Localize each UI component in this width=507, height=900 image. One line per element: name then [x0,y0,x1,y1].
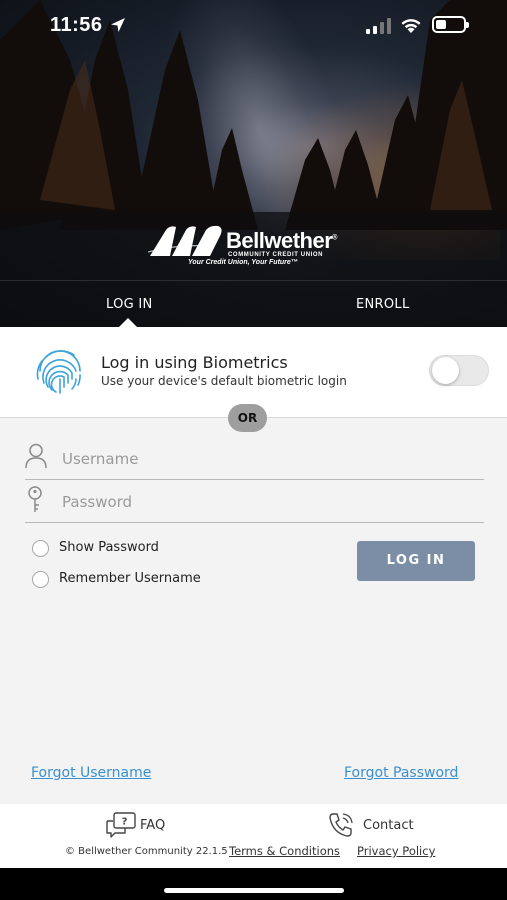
biometrics-title: Log in using Biometrics [101,353,288,372]
copyright-text: © Bellwether Community 22.1.5 [65,846,228,857]
toggle-knob [432,357,459,384]
terms-link[interactable]: Terms & Conditions [229,844,340,858]
wifi-icon [401,19,421,33]
brand-subtitle: COMMUNITY CREDIT UNION [228,252,324,258]
or-divider-badge: OR [228,404,267,432]
faq-chat-icon: ? [106,812,136,838]
forgot-username-link[interactable]: Forgot Username [31,765,151,781]
login-button[interactable]: LOG IN [357,541,475,581]
status-time: 11:56 [50,14,103,36]
radio-circle[interactable] [32,571,49,588]
password-input[interactable] [62,489,462,515]
user-icon [25,443,47,469]
brand-tagline: Your Credit Union, Your Future™ [188,259,298,266]
username-field [25,440,484,480]
login-form: OR Show Password Remember Username LOG I… [0,404,507,804]
key-icon [28,486,42,512]
home-indicator-area [0,868,507,900]
fingerprint-icon [36,350,81,394]
status-bar: 11:56 [0,0,507,52]
svg-text:?: ? [122,817,128,828]
biometrics-toggle[interactable] [429,355,489,386]
home-indicator[interactable] [164,888,344,893]
forgot-password-link[interactable]: Forgot Password [344,765,458,781]
faq-button[interactable]: ? FAQ [105,812,165,838]
tab-log-in[interactable]: LOG IN [106,297,153,312]
contact-label: Contact [363,818,414,833]
show-password-label: Show Password [59,540,159,555]
battery-icon [432,16,469,33]
cellular-signal-icon [366,18,391,34]
faq-label: FAQ [140,818,166,833]
biometrics-description: Use your device's default biometric logi… [101,374,347,388]
brand-name: Bellwether® [226,228,337,253]
bellwether-logo: Bellwether® COMMUNITY CREDIT UNION Your … [148,222,368,268]
remember-username-label: Remember Username [59,571,201,586]
phone-icon [329,813,353,837]
auth-tabs: LOG IN ENROLL [0,280,507,328]
radio-circle[interactable] [32,540,49,557]
username-input[interactable] [62,446,462,472]
contact-button[interactable]: Contact [328,812,414,838]
location-arrow-icon [111,18,125,32]
password-field [25,483,484,523]
tab-enroll[interactable]: ENROLL [356,297,410,312]
privacy-policy-link[interactable]: Privacy Policy [357,844,435,858]
footer: ? FAQ Contact © Bellwether Community 22.… [0,804,507,868]
bellwether-m-mark-icon [148,225,222,256]
